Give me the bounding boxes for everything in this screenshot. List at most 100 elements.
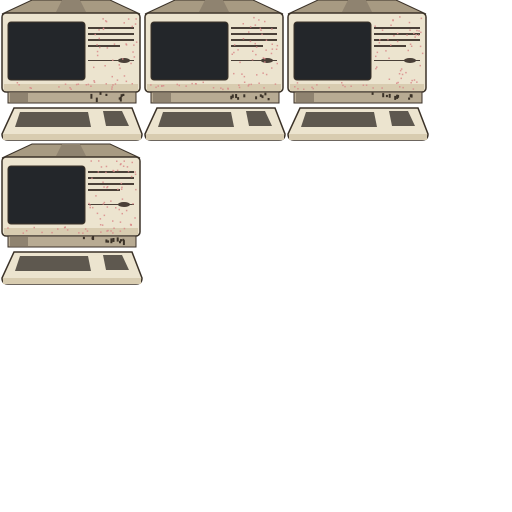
dirt-speck [262, 72, 264, 74]
grime-mark [237, 97, 240, 100]
dirt-speck [261, 33, 263, 36]
vent-line [88, 45, 120, 47]
dirt-speck [121, 198, 124, 200]
control-knob [118, 58, 130, 63]
dirt-speck [118, 208, 120, 211]
dirt-speck [119, 67, 121, 70]
computer-sprite-frame [1, 0, 143, 141]
dirt-speck [18, 84, 20, 86]
dirt-speck [93, 80, 95, 82]
sprite-sheet [0, 0, 512, 512]
dirt-speck [416, 29, 418, 32]
dirt-speck [399, 16, 401, 18]
dirt-speck [420, 17, 423, 20]
monitor-screen [7, 165, 86, 225]
grime-mark [110, 238, 113, 244]
dirt-speck [155, 86, 157, 89]
dirt-speck [117, 188, 119, 191]
vent-line [88, 39, 134, 41]
dirt-speck [75, 83, 78, 86]
dirt-speck [341, 82, 343, 84]
dirt-speck [242, 38, 245, 40]
dirt-speck [419, 64, 421, 67]
dirt-speck [87, 83, 90, 86]
dirt-speck [103, 214, 106, 217]
dirt-speck [93, 81, 96, 83]
dirt-speck [418, 30, 420, 32]
dirt-speck [111, 75, 113, 78]
grime-mark [267, 98, 270, 101]
stand-foot [10, 237, 28, 246]
dirt-speck [97, 171, 100, 173]
dirt-speck [112, 84, 114, 86]
dirt-speck [101, 224, 104, 226]
dirt-speck [131, 25, 133, 28]
dirt-speck [379, 39, 381, 41]
dirt-speck [122, 165, 125, 167]
dirt-speck [258, 82, 260, 84]
dirt-speck [118, 64, 120, 66]
vent-line [88, 27, 134, 29]
dirt-speck [58, 86, 60, 88]
grime-mark [259, 94, 262, 97]
dirt-speck [374, 25, 376, 27]
dirt-speck [202, 81, 204, 84]
dirt-speck [400, 77, 402, 80]
dirt-speck [237, 49, 239, 51]
grime-mark [388, 93, 391, 98]
dirt-speck [70, 88, 72, 90]
dirt-speck [376, 66, 378, 68]
dirt-speck [98, 37, 100, 40]
dirt-speck [420, 31, 422, 34]
dirt-speck [96, 50, 99, 53]
dirt-speck [262, 57, 265, 59]
dirt-speck [106, 206, 109, 208]
dirt-speck [98, 160, 100, 162]
dirt-speck [303, 88, 305, 90]
dirt-speck [250, 83, 252, 86]
grime-mark [120, 94, 123, 98]
dirt-speck [375, 55, 377, 58]
dirt-speck [385, 50, 387, 52]
dirt-speck [162, 85, 165, 87]
dirt-speck [103, 201, 106, 204]
dirt-speck [381, 87, 383, 89]
vent-line [88, 189, 120, 191]
dirt-speck [96, 44, 98, 46]
dirt-speck [123, 227, 126, 230]
dirt-speck [66, 229, 69, 231]
dirt-speck [410, 82, 412, 84]
dirt-speck [381, 29, 384, 31]
computer-sprite-frame [1, 143, 143, 285]
dirt-speck [69, 87, 71, 89]
grime-mark [95, 97, 98, 103]
vent-line [88, 177, 134, 179]
dirt-speck [126, 166, 129, 168]
dirt-speck [99, 224, 102, 226]
dirt-speck [78, 232, 80, 234]
dirt-speck [110, 230, 112, 232]
grime-mark [90, 93, 93, 99]
dirt-speck [390, 44, 392, 46]
grime-mark [118, 97, 121, 100]
dirt-speck [242, 23, 244, 25]
dirt-speck [233, 51, 235, 54]
dirt-speck [102, 181, 104, 183]
stand-foot [10, 93, 28, 102]
sprite-sheet-canvas [1, 0, 429, 285]
dirt-speck [103, 186, 105, 188]
dirt-speck [84, 228, 87, 230]
grime-mark [231, 94, 234, 98]
dirt-speck [99, 218, 102, 220]
dirt-speck [220, 87, 222, 89]
dirt-speck [258, 19, 260, 21]
dirt-speck [243, 75, 246, 78]
dirt-speck [414, 36, 416, 38]
dirt-speck [102, 203, 105, 205]
dirt-speck [239, 61, 241, 64]
dirt-speck [276, 44, 279, 47]
dirt-speck [396, 82, 398, 84]
dirt-speck [120, 188, 123, 190]
grime-mark [255, 96, 258, 100]
dirt-speck [82, 232, 84, 234]
